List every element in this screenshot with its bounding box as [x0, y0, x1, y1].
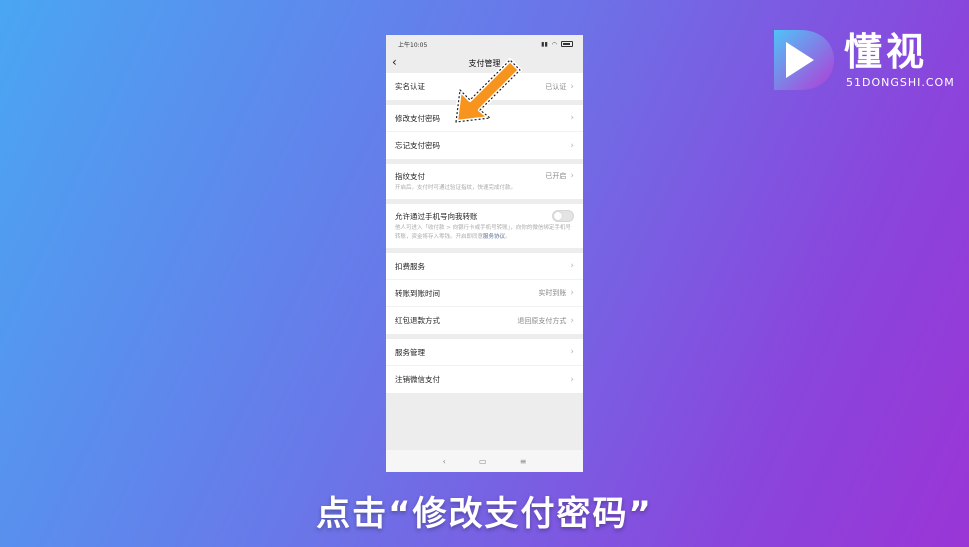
chevron-right-icon: › — [570, 171, 574, 181]
chevron-right-icon: › — [570, 140, 574, 151]
logo-chinese-text: 懂视 — [844, 30, 929, 74]
nav-menu-icon[interactable]: ≡ — [520, 457, 527, 466]
pointer-arrow-icon — [454, 58, 522, 124]
row-label: 红包退款方式 — [395, 316, 440, 325]
row-phone-transfer: 允许通过手机号向我转账 — [386, 204, 583, 224]
row-label: 转账到账时间 — [395, 288, 440, 298]
nav-home-icon[interactable]: ▭ — [479, 457, 487, 466]
signal-icon: ▮▮ — [541, 40, 548, 48]
row-arrival-time[interactable]: 转账到账时间 实时到账 › — [386, 280, 583, 307]
chevron-right-icon: › — [570, 374, 574, 385]
row-value: 退回原支付方式 — [517, 316, 567, 325]
row-service-management[interactable]: 服务管理 › — [386, 339, 583, 366]
service-agreement-link[interactable]: 服务协议 — [483, 234, 505, 240]
row-label: 扣费服务 — [395, 261, 425, 271]
chevron-right-icon: › — [570, 288, 574, 298]
chevron-right-icon: › — [570, 113, 574, 123]
row-label: 忘记支付密码 — [395, 141, 440, 150]
nav-back-icon[interactable]: ‹ — [443, 457, 446, 466]
logo-play-icon — [774, 30, 834, 90]
group-services: 扣费服务 › 转账到账时间 实时到账 › 红包退款方式 退回原支付方式 › — [386, 253, 583, 334]
transfer-desc: 他人可进入「收付款 > 向银行卡或手机号转账」，向你的微信绑定手机号转账，资金将… — [395, 225, 571, 240]
status-time: 上午10:05 — [398, 41, 428, 49]
chevron-right-icon: › — [570, 81, 574, 92]
status-bar: 上午10:05 ▮▮ ◠ — [386, 35, 583, 53]
row-label: 允许通过手机号向我转账 — [395, 211, 478, 221]
back-icon[interactable]: ‹ — [392, 55, 397, 69]
chevron-right-icon: › — [570, 347, 574, 357]
row-value: 已认证 — [545, 82, 567, 91]
group-manage: 服务管理 › 注销微信支付 › — [386, 339, 583, 393]
instruction-caption: 点击“修改支付密码” — [316, 494, 653, 534]
row-cancel-wechat-pay[interactable]: 注销微信支付 › — [386, 366, 583, 393]
chevron-right-icon: › — [570, 261, 574, 271]
group-fingerprint: 指纹支付 已开启 › 开启后，支付时可通过验证指纹，快速完成付款。 — [386, 164, 583, 199]
row-refund-method[interactable]: 红包退款方式 退回原支付方式 › — [386, 307, 583, 334]
group-transfer: 允许通过手机号向我转账 他人可进入「收付款 > 向银行卡或手机号转账」，向你的微… — [386, 204, 583, 248]
phone-transfer-toggle[interactable] — [552, 210, 574, 222]
row-forgot-password[interactable]: 忘记支付密码 › — [386, 132, 583, 159]
row-fingerprint[interactable]: 指纹支付 已开启 › — [386, 164, 583, 184]
logo-english-text: 51DONGSHI.COM — [846, 76, 955, 89]
chevron-right-icon: › — [570, 315, 574, 326]
battery-icon — [561, 41, 573, 47]
row-value: 实时到账 — [538, 289, 567, 297]
row-deduct-service[interactable]: 扣费服务 › — [386, 253, 583, 280]
row-label: 指纹支付 — [395, 171, 425, 181]
row-label: 修改支付密码 — [395, 113, 440, 123]
wifi-icon: ◠ — [551, 40, 557, 48]
row-label: 实名认证 — [395, 82, 425, 91]
row-label: 注销微信支付 — [395, 375, 440, 384]
brand-logo: 懂视 51DONGSHI.COM — [770, 28, 954, 92]
row-value: 已开启 — [545, 172, 567, 180]
system-nav-bar: ‹ ▭ ≡ — [386, 450, 583, 472]
fingerprint-desc: 开启后，支付时可通过验证指纹，快速完成付款。 — [395, 185, 517, 191]
row-label: 服务管理 — [395, 347, 425, 357]
